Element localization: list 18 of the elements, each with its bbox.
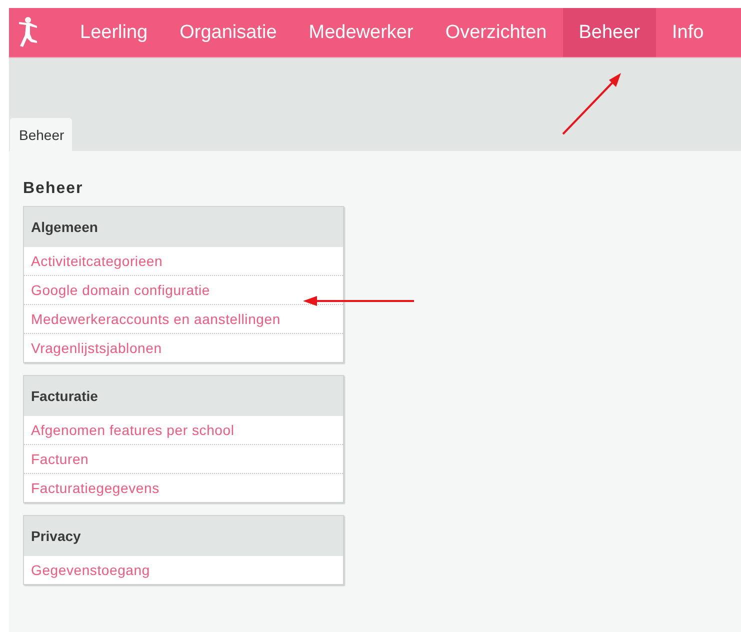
section-header: Algemeen — [24, 207, 343, 247]
page-heading: Beheer — [23, 180, 84, 198]
menu-link[interactable]: Medewerkeraccounts en aanstellingen — [24, 304, 343, 333]
nav-menu-item[interactable]: Medewerker — [292, 8, 430, 57]
nav-menu-item[interactable]: Overzichten — [429, 8, 563, 57]
tab[interactable]: Beheer — [10, 118, 72, 151]
section-header: Facturatie — [24, 376, 343, 416]
menu-link[interactable]: Facturen — [24, 444, 343, 473]
nav-menu-item[interactable]: Organisatie — [164, 8, 293, 57]
nav-menu-item[interactable]: Beheer — [562, 8, 656, 57]
section-header: Privacy — [24, 516, 343, 556]
menu-link[interactable]: Activiteitcategorieen — [24, 247, 343, 275]
nav-menu-item[interactable]: Info — [656, 8, 720, 57]
menu-link[interactable]: Facturatiegegevens — [24, 473, 343, 502]
menu-link[interactable]: Vragenlijstsjablonen — [24, 333, 343, 362]
menu-link[interactable]: Gegevenstoegang — [24, 556, 343, 584]
nav-menu-item[interactable]: Leerling — [64, 8, 164, 57]
menu-link[interactable]: Afgenomen features per school — [24, 416, 343, 444]
